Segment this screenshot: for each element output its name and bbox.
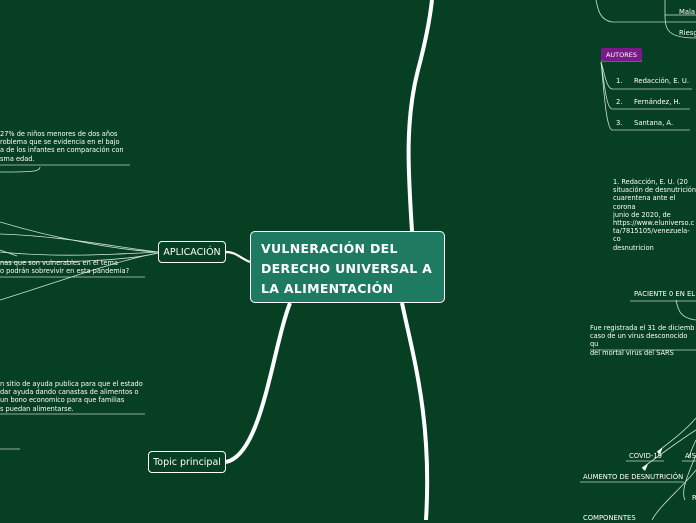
label-r: R bbox=[692, 494, 696, 502]
note-ayuda: n sitio de ayuda publica para que el est… bbox=[0, 380, 143, 413]
autor-2-num: 2. bbox=[616, 98, 623, 106]
note-pregunta: nas que son vulnerables en el tema o pod… bbox=[0, 259, 130, 276]
note-ninos: 27% de niños menores de dos años roblema… bbox=[0, 130, 124, 163]
item-mala: Mala bbox=[679, 8, 696, 16]
paciente-label: PACIENTE 0 EN EL bbox=[634, 290, 696, 298]
label-aumento: AUMENTO DE DESNUTRICIÓN bbox=[583, 473, 684, 481]
autor-3-name: Santana, A. bbox=[634, 119, 674, 127]
autor-1-num: 1. bbox=[616, 77, 623, 85]
branch-topic-principal bbox=[225, 302, 292, 464]
item-riesg: Riesg bbox=[679, 29, 696, 37]
label-covid: COVID-19 bbox=[629, 452, 662, 460]
autores-badge[interactable]: AUTORES bbox=[601, 48, 642, 61]
branch-aplicacion bbox=[225, 250, 251, 264]
label-ais: AIS bbox=[685, 452, 696, 460]
label-componentes: COMPONENTES bbox=[583, 514, 636, 522]
branch-top bbox=[406, 0, 434, 232]
autor-3-num: 3. bbox=[616, 119, 623, 127]
central-topic[interactable]: VULNERACIÓN DEL DERECHO UNIVERSAL A LA A… bbox=[250, 231, 445, 303]
branch-bottom bbox=[400, 302, 430, 520]
autor-1-name: Redacción, E. U. bbox=[634, 77, 689, 85]
autor-2-name: Fernández, H. bbox=[634, 98, 681, 106]
topic-principal[interactable]: Topic principal bbox=[148, 451, 226, 473]
topic-aplicacion[interactable]: APLICACIÓN bbox=[158, 241, 226, 263]
paciente-text: Fue registrada el 31 de diciemb caso de … bbox=[590, 324, 695, 357]
referencia-text: 1. Redacción, E. U. (20 situación de des… bbox=[613, 178, 696, 252]
